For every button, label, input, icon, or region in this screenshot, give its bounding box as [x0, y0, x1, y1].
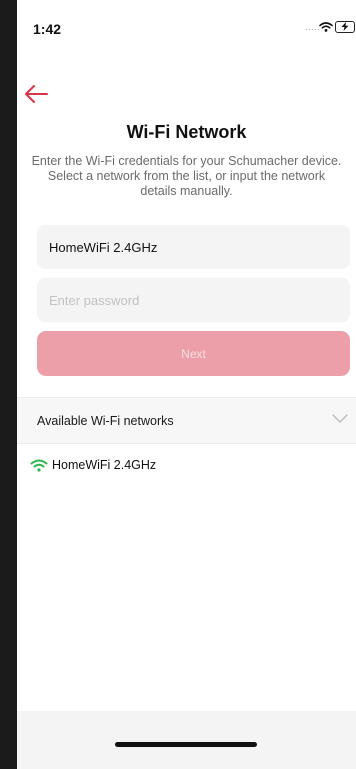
available-networks-label: Available Wi-Fi networks	[37, 414, 174, 428]
signal-dots: .....	[305, 22, 321, 32]
status-wifi-icon	[319, 22, 333, 32]
arrow-left-icon[interactable]	[23, 84, 49, 104]
chevron-down-icon	[332, 414, 348, 423]
network-list-item[interactable]: HomeWiFi 2.4GHz	[17, 452, 356, 482]
network-name-input[interactable]	[37, 225, 350, 269]
available-networks-toggle[interactable]: Available Wi-Fi networks	[17, 397, 356, 444]
home-indicator[interactable]	[115, 742, 257, 747]
wifi-icon	[30, 459, 48, 472]
page-description: Enter the Wi-Fi credentials for your Sch…	[31, 154, 342, 198]
next-button[interactable]: Next	[37, 331, 350, 376]
battery-charging-icon	[335, 21, 355, 33]
bottom-bar	[17, 711, 356, 769]
status-time: 1:42	[33, 21, 62, 37]
page-title: Wi-Fi Network	[126, 122, 247, 142]
app-screen: 1:42 ..... Wi-Fi Network Enter the Wi-Fi…	[0, 0, 356, 769]
status-bar: 1:42 .....	[17, 0, 356, 44]
phone-screen: 1:42 ..... Wi-Fi Network Enter the Wi-Fi…	[17, 0, 356, 769]
network-name: HomeWiFi 2.4GHz	[52, 458, 157, 472]
device-frame	[0, 0, 17, 769]
password-input[interactable]	[37, 278, 350, 322]
